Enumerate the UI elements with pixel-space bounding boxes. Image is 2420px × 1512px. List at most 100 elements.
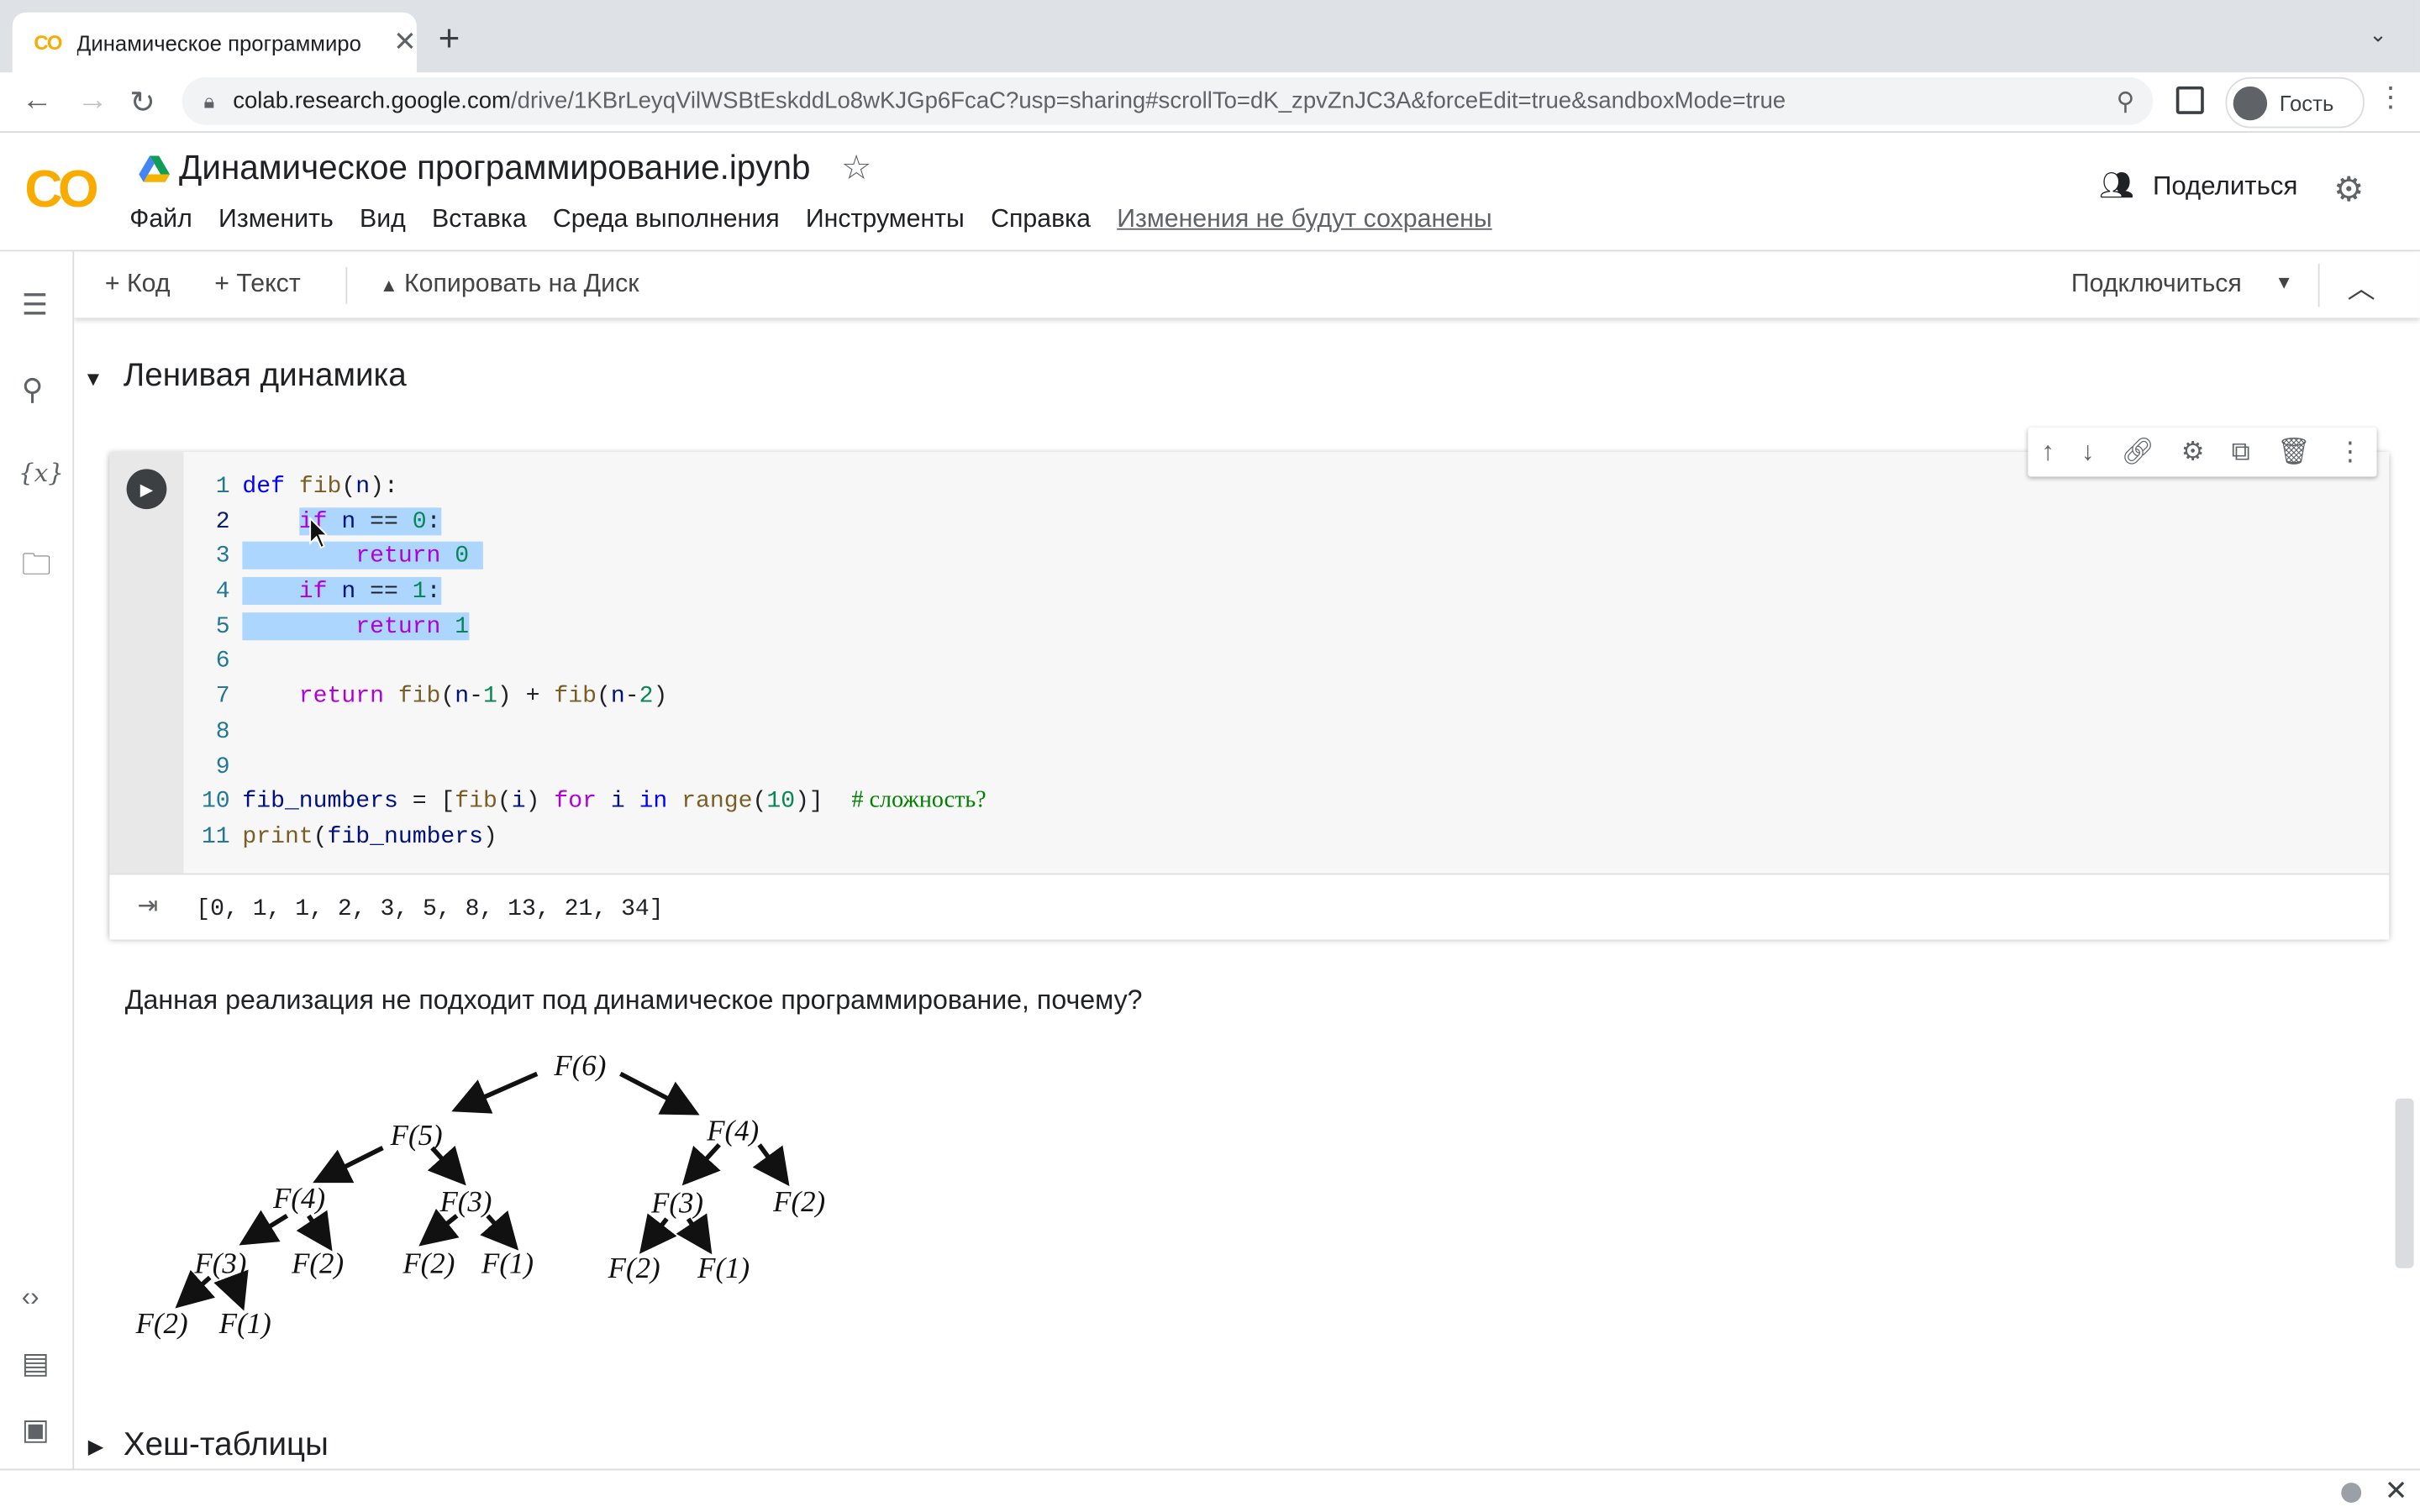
tab-title: Динамическое программиро: [76, 29, 361, 55]
mirror-cell-icon[interactable]: ⧉: [2232, 437, 2250, 468]
line-number: 5: [215, 612, 230, 640]
tab-search-chevron-icon[interactable]: ⌄: [2369, 22, 2387, 48]
fibonacci-recursion-tree: F(6) F(5) F(4) F(4) F(3) F(3) F(2) F(3) …: [135, 1049, 826, 1340]
side-panel-icon[interactable]: [2175, 86, 2204, 114]
code-line: 7 return fib(n-1) + fib(n-2): [184, 679, 986, 714]
variables-icon[interactable]: {x}: [18, 458, 64, 487]
zoom-icon[interactable]: ⚲: [2117, 87, 2135, 118]
code-line: 2 if n == 0:: [184, 504, 986, 539]
code-line: 5 return 1: [184, 609, 986, 644]
menu-view[interactable]: Вид: [360, 205, 406, 234]
vertical-scrollbar[interactable]: [2395, 1098, 2414, 1268]
move-cell-up-icon[interactable]: ↑: [2041, 437, 2054, 468]
section-collapse-icon[interactable]: ▼: [83, 367, 103, 391]
cell-toolbar: ↑ ↓ 🔗︎ ⚙ ⧉ 🗑︎ ⋮: [2028, 427, 2377, 477]
more-options-icon[interactable]: ⋮: [2337, 437, 2363, 468]
tree-node: F(2): [291, 1247, 344, 1279]
line-number: 3: [215, 542, 230, 570]
star-icon[interactable]: ☆: [841, 148, 871, 188]
notebook-title[interactable]: Динамическое программирование.ipynb: [179, 148, 810, 188]
code-line: 9: [184, 749, 986, 785]
menu-insert[interactable]: Вставка: [432, 205, 527, 234]
close-status-icon[interactable]: ✕: [2385, 1475, 2408, 1508]
share-button[interactable]: 👥︎ Поделиться: [2099, 170, 2297, 202]
profile-button[interactable]: Гость: [2225, 76, 2365, 129]
menu-file[interactable]: Файл: [129, 205, 192, 234]
new-tab-icon[interactable]: +: [439, 18, 460, 61]
connect-dropdown-icon[interactable]: ▼: [2275, 271, 2293, 293]
tree-node: F(2): [402, 1247, 455, 1279]
line-number: 1: [215, 472, 230, 501]
toolbar-divider-2: [2317, 264, 2320, 307]
people-icon: 👥︎: [2098, 170, 2134, 201]
code-line: 10 fib_numbers = [fib(i) for i in range(1…: [184, 784, 986, 819]
notebook-toolbar: + Код + Текст ▲ Копировать на Диск Подклю…: [74, 251, 2420, 318]
table-of-contents-icon[interactable]: ☰: [22, 288, 48, 323]
cell-settings-gear-icon[interactable]: ⚙: [2181, 437, 2205, 468]
url-host: colab.research.google.com: [233, 87, 512, 114]
code-snippets-icon[interactable]: ‹›: [22, 1282, 39, 1313]
runtime-status-icon[interactable]: [2341, 1483, 2362, 1503]
collapse-header-icon[interactable]: ︿: [2348, 267, 2375, 307]
copy-to-drive-button[interactable]: ▲ Копировать на Диск: [380, 270, 639, 299]
drive-icon: ▲: [379, 274, 398, 297]
line-number: 10: [201, 787, 230, 816]
tree-node: F(3): [650, 1187, 703, 1220]
colab-favicon-icon: CO: [34, 30, 62, 55]
menu-runtime[interactable]: Среда выполнения: [553, 205, 780, 234]
code-lines: 1def fib(n): 2 if n == 0: 3 return 0 4 i…: [184, 469, 986, 853]
colab-logo-text: CO: [24, 160, 98, 219]
line-number: 7: [215, 682, 230, 711]
menu-bar: Файл Изменить Вид Вставка Среда выполнен…: [129, 205, 1518, 234]
google-drive-icon: [139, 155, 171, 182]
cell-gutter: ▶: [109, 452, 184, 874]
run-cell-button[interactable]: ▶: [126, 469, 167, 510]
output-actions-icon[interactable]: ⇥: [137, 890, 158, 921]
tree-node: F(3): [193, 1247, 246, 1279]
delete-trash-icon[interactable]: 🗑︎: [2277, 437, 2311, 468]
forward-icon[interactable]: →: [77, 83, 108, 118]
cell-output: ⇥ [0, 1, 1, 2, 3, 5, 8, 13, 21, 34]: [109, 873, 2390, 940]
close-tab-icon[interactable]: ✕: [393, 26, 417, 59]
line-number: 11: [201, 822, 230, 850]
code-line: 4 if n == 1:: [184, 574, 986, 609]
code-editor[interactable]: 1def fib(n): 2 if n == 0: 3 return 0 4 i…: [183, 452, 2390, 874]
tree-node: F(4): [272, 1182, 325, 1215]
move-cell-down-icon[interactable]: ↓: [2081, 437, 2095, 468]
tree-node: F(2): [772, 1185, 825, 1218]
url-text: colab.research.google.com/drive/1KBrLeyq…: [233, 88, 1786, 114]
tree-node: F(1): [697, 1252, 750, 1284]
menu-tools[interactable]: Инструменты: [806, 205, 965, 234]
menu-help[interactable]: Справка: [991, 205, 1091, 234]
add-code-button[interactable]: + Код: [105, 270, 171, 299]
tree-node: F(2): [608, 1252, 660, 1284]
terminal-icon[interactable]: ▣: [22, 1413, 50, 1448]
search-icon[interactable]: ⚲: [22, 373, 44, 408]
command-palette-icon[interactable]: ▤: [22, 1347, 50, 1382]
reload-icon[interactable]: ↻: [129, 83, 155, 122]
section-expand-icon[interactable]: ▶: [88, 1435, 103, 1459]
url-path: /drive/1KBrLeyqVilWSBtEskddLo8wKJGp6FcaC…: [511, 87, 1786, 114]
colab-logo[interactable]: CO: [24, 160, 98, 221]
mouse-cursor-icon: [309, 517, 328, 549]
unsaved-changes-link[interactable]: Изменения не будут сохранены: [1117, 205, 1491, 234]
files-folder-icon[interactable]: 🗀︎: [22, 543, 51, 593]
copy-to-drive-label: Копировать на Диск: [404, 270, 639, 298]
line-number: 9: [215, 752, 230, 780]
code-line: 6: [184, 644, 986, 680]
browser-menu-icon[interactable]: ⋮: [2377, 81, 2405, 114]
add-text-button[interactable]: + Текст: [214, 270, 300, 299]
settings-gear-icon[interactable]: ⚙: [2333, 170, 2364, 210]
browser-tab[interactable]: CO Динамическое программиро ✕: [12, 12, 417, 73]
menu-edit[interactable]: Изменить: [218, 205, 334, 234]
next-section-title: Хеш-таблицы: [123, 1426, 329, 1463]
code-line: 1 def fib(n):: [184, 469, 986, 504]
back-icon[interactable]: ←: [22, 83, 53, 118]
tree-node: F(6): [553, 1049, 606, 1082]
code-cell[interactable]: ▶ 1def fib(n): 2 if n == 0: 3 return 0 4…: [109, 427, 2390, 940]
profile-label: Гость: [2279, 90, 2334, 115]
line-number: 2: [215, 507, 230, 535]
link-icon[interactable]: 🔗︎: [2121, 437, 2154, 468]
connect-button[interactable]: Подключиться: [2071, 270, 2242, 299]
address-bar[interactable]: 🔒︎ colab.research.google.com/drive/1KBrL…: [182, 76, 2154, 125]
